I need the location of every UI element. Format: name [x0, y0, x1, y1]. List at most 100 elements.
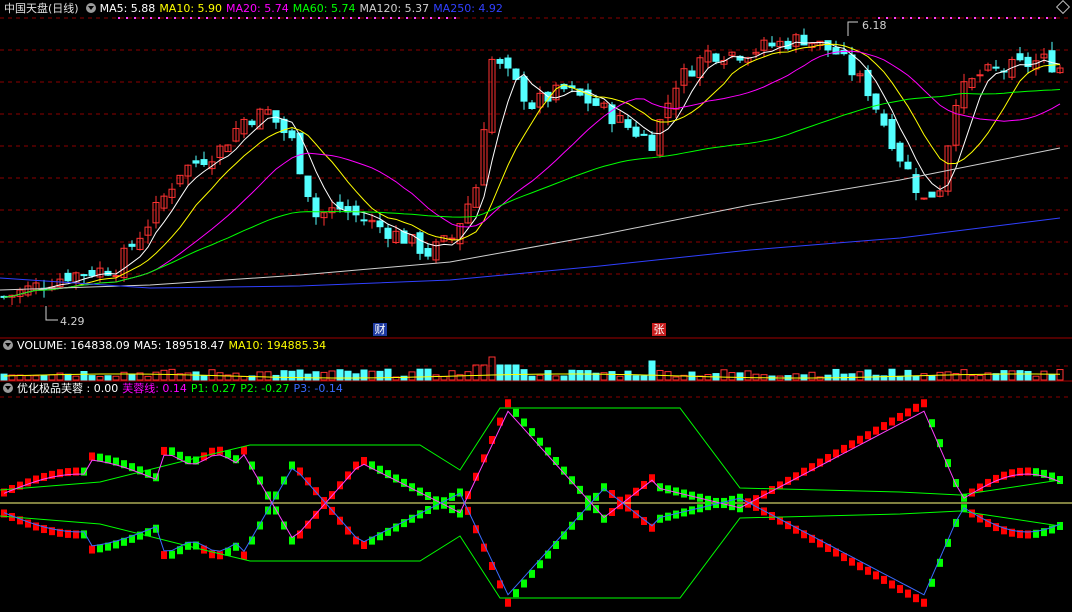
volume-bar [384, 368, 392, 381]
volume-bar [704, 374, 712, 381]
indicator-block [905, 408, 911, 417]
marker-dot [182, 17, 184, 19]
candle-body [88, 270, 96, 277]
candle-body [848, 54, 856, 76]
volume-bar [1016, 370, 1024, 381]
volume-bar [256, 371, 264, 381]
marker-dot [286, 17, 288, 19]
marker-dot [1006, 17, 1008, 19]
marker-dot [950, 17, 952, 19]
indicator-block [361, 457, 367, 465]
volume-bar [864, 369, 872, 381]
marker-dot [166, 17, 168, 19]
indicator-block [897, 585, 903, 594]
volume-bar [1024, 370, 1032, 381]
candle-body [688, 70, 696, 77]
marker-dot [374, 17, 376, 19]
volume-bar [584, 370, 592, 381]
volume-bar [448, 370, 456, 381]
ma5-line [3, 41, 1061, 298]
volume-bar [1040, 370, 1048, 381]
indicator-block [161, 551, 167, 560]
marker-dot [982, 17, 984, 19]
volume-bar [152, 371, 160, 381]
volume-bar [208, 369, 216, 381]
volume-bar [432, 374, 440, 381]
volume-bar [32, 375, 40, 381]
volume-bar [0, 373, 8, 381]
candle-body [424, 248, 432, 257]
volume-bar [832, 368, 840, 381]
marker-dot [1054, 17, 1056, 19]
volume-bar [376, 370, 384, 381]
candle-body [1048, 50, 1056, 73]
candle-body [192, 160, 200, 164]
candle-body [1016, 53, 1024, 61]
indicator-block [97, 544, 103, 553]
volume-bar [88, 375, 96, 381]
marker-dot [118, 17, 120, 19]
marker-dot [1014, 17, 1016, 19]
candle-body [592, 98, 600, 106]
volume-bar [752, 373, 760, 381]
candle-body [976, 74, 984, 77]
volume-bar [368, 370, 376, 381]
indicator-block [89, 452, 95, 461]
indicator-block [881, 422, 887, 431]
volume-bar [912, 375, 920, 381]
marker-dot [422, 17, 424, 19]
marker-dot [294, 17, 296, 19]
marker-dot [438, 17, 440, 19]
candle-body [928, 191, 936, 198]
indicator-block [889, 580, 895, 589]
marker-dot [998, 17, 1000, 19]
marker-dot [334, 17, 336, 19]
volume-bar [312, 371, 320, 381]
volume-bar [872, 374, 880, 381]
volume-bar [576, 370, 584, 381]
marker-dot [894, 17, 896, 19]
indicator-block [513, 408, 519, 417]
indicator-block [649, 474, 655, 483]
event-marker-cai[interactable]: 财 [373, 323, 387, 336]
indicator-block [865, 566, 871, 575]
marker-dot [958, 17, 960, 19]
indicator-block [889, 417, 895, 426]
volume-bar [504, 364, 512, 381]
volume-bar [72, 375, 80, 381]
candle-body [920, 197, 928, 200]
indicator-block [505, 598, 511, 607]
volume-bar [608, 371, 616, 381]
volume-bar [80, 371, 88, 381]
high-marker [847, 21, 858, 36]
marker-dot [198, 17, 200, 19]
volume-bar [1056, 369, 1064, 381]
candle-body [352, 205, 360, 216]
indicator-block [161, 446, 167, 455]
volume-bar [552, 375, 560, 381]
indicator-block [97, 453, 103, 462]
candle-body [632, 126, 640, 137]
ma20-line [3, 50, 1061, 298]
indicator-block [921, 598, 927, 607]
volume-bar [288, 370, 296, 381]
indicator-block [169, 447, 175, 456]
candle-body [128, 243, 136, 247]
volume-bar [440, 376, 448, 381]
candle-body [496, 59, 504, 64]
event-marker-zhang[interactable]: 张 [652, 323, 666, 336]
candle-body [416, 232, 424, 254]
marker-dot [414, 17, 416, 19]
indicator-block [505, 399, 511, 408]
indicator-block [169, 550, 175, 559]
volume-bar [1032, 375, 1040, 381]
marker-dot [1038, 17, 1040, 19]
volume-bar [408, 371, 416, 381]
volume-bar [360, 369, 368, 381]
volume-bar [792, 373, 800, 381]
volume-bar [920, 373, 928, 381]
indicator-block [897, 412, 903, 421]
indicator-block [545, 447, 551, 456]
volume-bar [632, 375, 640, 381]
volume-bar [320, 371, 328, 381]
